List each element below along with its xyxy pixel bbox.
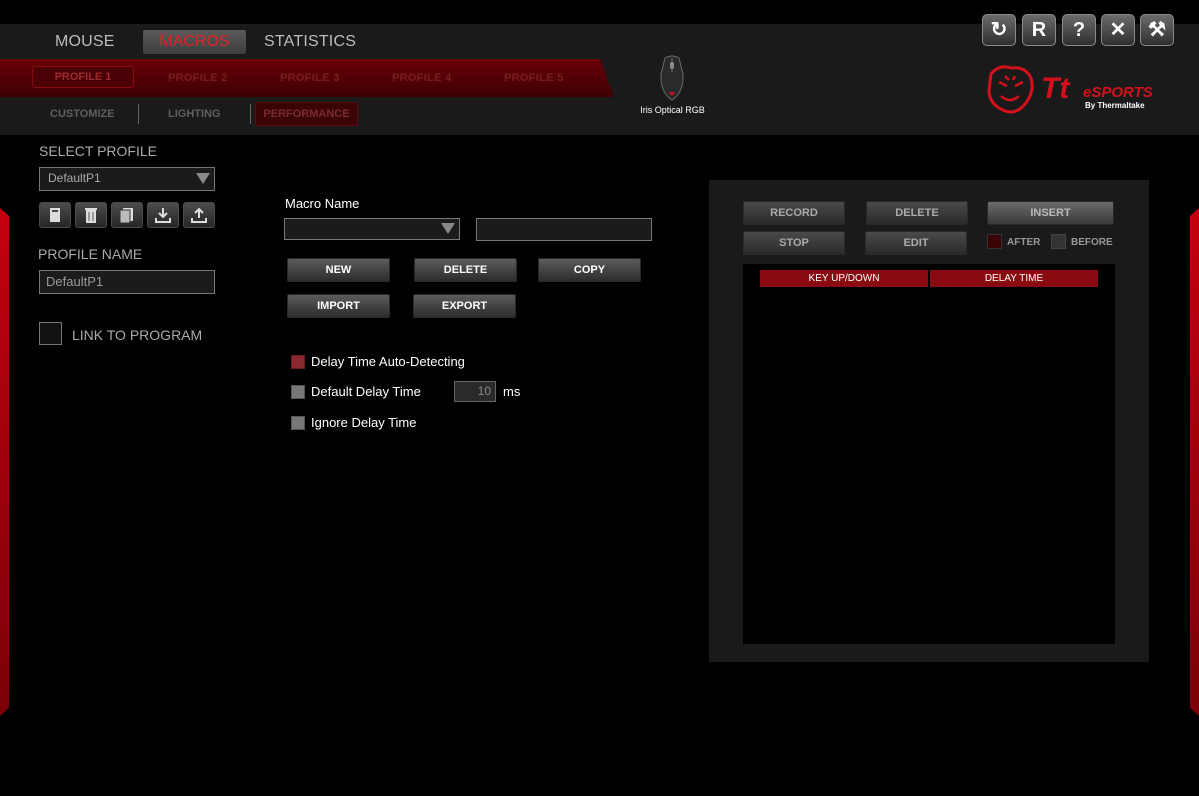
subtab-customize[interactable]: CUSTOMIZE [50,108,115,120]
new-profile-button[interactable] [39,202,71,228]
after-checkbox[interactable] [987,234,1002,249]
macro-name-label: Macro Name [285,196,360,211]
tab-statistics[interactable]: STATISTICS [264,33,356,51]
chevron-down-icon [196,173,210,184]
file-icon [50,208,60,222]
refresh-icon[interactable]: ↻ [982,14,1016,46]
right-red-rail [1190,208,1199,716]
default-delay-checkbox[interactable] [291,385,305,399]
left-red-rail [0,208,9,716]
macro-select[interactable] [284,218,460,240]
edit-button[interactable]: EDIT [865,231,967,255]
column-delay-time: DELAY TIME [930,270,1098,287]
copy-icon [119,208,133,223]
profile-tab-5[interactable]: PROFILE 5 [504,72,564,84]
delete-profile-button[interactable] [75,202,107,228]
download-icon [155,208,171,223]
recorder-delete-button[interactable]: DELETE [866,201,968,225]
delete-macro-button[interactable]: DELETE [414,258,517,282]
profile-name-label: PROFILE NAME [38,246,143,262]
copy-profile-button[interactable] [111,202,143,228]
chevron-down-icon [441,223,455,234]
record-button[interactable]: RECORD [743,201,845,225]
before-checkbox[interactable] [1051,234,1066,249]
stop-button[interactable]: STOP [743,231,845,255]
macro-event-table[interactable] [743,264,1115,644]
delay-unit-label: ms [503,384,521,399]
auto-detect-label: Delay Time Auto-Detecting [311,354,465,369]
after-label: AFTER [1007,237,1041,248]
subtab-divider [250,104,251,124]
subtab-performance[interactable]: PERFORMANCE [255,102,358,126]
profile-tab-3[interactable]: PROFILE 3 [280,72,340,84]
column-key-up-down: KEY UP/DOWN [760,270,928,287]
default-delay-label: Default Delay Time [311,384,421,399]
new-macro-button[interactable]: NEW [287,258,390,282]
reset-icon[interactable]: R [1022,14,1056,46]
profile-select[interactable]: DefaultP1 [39,167,215,191]
brand-logo: Tt eSPORTS By Thermaltake [985,64,1175,116]
link-to-program-label: LINK TO PROGRAM [72,327,203,343]
mouse-device-icon [660,55,684,101]
tiger-logo-icon [987,65,1034,114]
logo-tt: Tt [1041,72,1070,105]
export-macro-button[interactable]: EXPORT [413,294,516,318]
trash-icon [85,208,97,223]
upload-icon [191,207,207,223]
subtab-lighting[interactable]: LIGHTING [168,108,221,120]
close-icon[interactable]: ✕ [1101,14,1135,46]
default-delay-input[interactable]: 10 [454,381,496,402]
ignore-delay-label: Ignore Delay Time [311,415,417,430]
device-name: Iris Optical RGB [640,105,705,115]
export-profile-button[interactable] [183,202,215,228]
tools-icon[interactable]: ⚒ [1140,14,1174,46]
link-to-program-checkbox[interactable] [39,322,62,345]
help-icon[interactable]: ? [1062,14,1096,46]
logo-esports: eSPORTS [1083,84,1153,101]
import-profile-button[interactable] [147,202,179,228]
profile-select-value: DefaultP1 [48,171,101,185]
ignore-delay-checkbox[interactable] [291,416,305,430]
logo-by: By Thermaltake [1085,101,1145,110]
insert-button[interactable]: INSERT [987,201,1114,225]
import-macro-button[interactable]: IMPORT [287,294,390,318]
tab-macros[interactable]: MACROS [143,30,246,54]
copy-macro-button[interactable]: COPY [538,258,641,282]
auto-detect-checkbox[interactable] [291,355,305,369]
before-label: BEFORE [1071,237,1113,248]
select-profile-label: SELECT PROFILE [39,143,158,159]
profile-tab-1[interactable]: PROFILE 1 [32,66,134,88]
profile-name-input[interactable]: DefaultP1 [39,270,215,294]
tab-mouse[interactable]: MOUSE [55,33,115,51]
profile-tab-2[interactable]: PROFILE 2 [168,72,228,84]
subtab-divider [138,104,139,124]
profile-tab-4[interactable]: PROFILE 4 [392,72,452,84]
macro-name-input[interactable] [476,218,652,241]
